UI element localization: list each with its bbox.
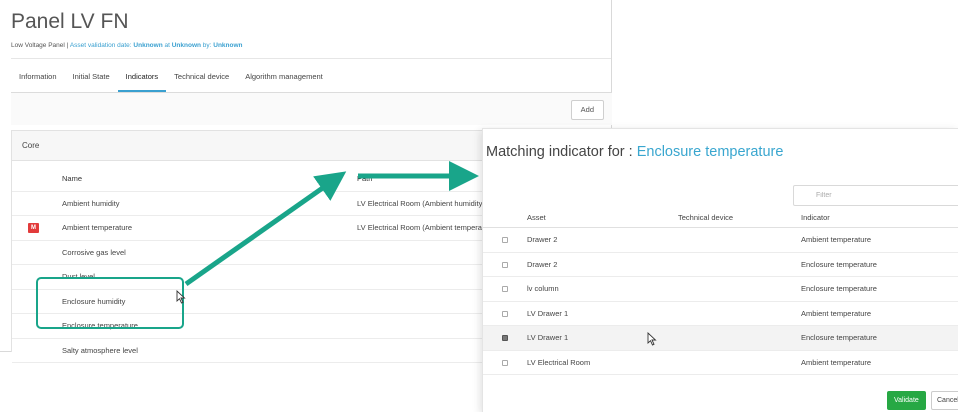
indicator-cell: Ambient temperature	[801, 357, 872, 367]
mouse-pointer-icon	[647, 332, 657, 346]
indicator-name: Salty atmosphere level	[62, 345, 138, 355]
dialog-title-prefix: Matching indicator for :	[486, 144, 637, 160]
asset-cell: LV Electrical Room	[527, 357, 591, 367]
indicator-cell: Enclosure temperature	[801, 284, 877, 293]
add-button[interactable]: Add	[570, 100, 604, 120]
cancel-button[interactable]: Cancel	[931, 391, 958, 410]
column-header-name: Name	[62, 174, 83, 183]
validation-time: Unknown	[171, 42, 201, 49]
page-title: Panel LV FN	[11, 10, 129, 33]
indicator-path: LV Electrical Room (Ambient humidity	[357, 198, 483, 208]
filter-input[interactable]	[793, 185, 958, 206]
tab-bar: Information Initial State Indicators Tec…	[11, 62, 331, 92]
table-row[interactable]: LV Drawer 1 Ambient temperature	[483, 302, 958, 326]
tab-indicators[interactable]: Indicators	[117, 62, 167, 92]
asset-cell: lv column	[527, 284, 559, 293]
asset-cell: Drawer 2	[527, 235, 558, 244]
dialog-title-target: Enclosure temperature	[636, 144, 784, 160]
indicator-path: LV Electrical Room (Ambient tempera	[357, 223, 482, 232]
row-checkbox[interactable]	[502, 359, 508, 366]
column-header-path: Path	[357, 174, 373, 183]
table-row[interactable]: lv column Enclosure temperature	[483, 277, 958, 302]
indicator-cell: Enclosure temperature	[801, 333, 877, 342]
column-header-indicator: Indicator	[801, 213, 830, 222]
table-row[interactable]: Drawer 2 Enclosure temperature	[483, 253, 958, 277]
table-header-row: Asset Technical device Indicator	[483, 207, 958, 228]
tab-algorithm-management[interactable]: Algorithm management	[237, 62, 331, 92]
row-checkbox[interactable]	[502, 310, 508, 317]
annotation-highlight-box	[36, 277, 184, 329]
dialog-title: Matching indicator for : Enclosure tempe…	[486, 144, 783, 160]
validation-prefix: Asset validation date:	[69, 42, 134, 49]
indicator-name: Ambient humidity	[62, 198, 120, 208]
indicator-cell: Enclosure temperature	[801, 259, 877, 269]
m-badge-icon: M	[28, 223, 39, 233]
matching-table: Asset Technical device Indicator Drawer …	[483, 207, 958, 375]
column-header-asset: Asset	[527, 213, 546, 222]
column-header-technical-device: Technical device	[678, 213, 734, 222]
validation-date: Unknown	[133, 42, 163, 49]
asset-cell: LV Drawer 1	[527, 308, 569, 318]
asset-cell: LV Drawer 1	[527, 333, 569, 342]
tab-initial-state[interactable]: Initial State	[65, 62, 118, 92]
indicator-name: Corrosive gas level	[62, 247, 126, 257]
tab-information[interactable]: Information	[11, 62, 65, 92]
row-checkbox[interactable]	[502, 286, 508, 292]
indicator-name: Ambient temperature	[62, 223, 133, 232]
asset-type: Low Voltage Panel	[11, 42, 65, 49]
table-row[interactable]: LV Drawer 1 Enclosure temperature	[483, 326, 958, 351]
asset-subtitle: Low Voltage Panel | Asset validation dat…	[11, 42, 243, 49]
table-row[interactable]: LV Electrical Room Ambient temperature	[483, 351, 958, 375]
mouse-pointer-icon	[176, 290, 186, 304]
indicator-cell: Ambient temperature	[801, 235, 872, 244]
table-row[interactable]: Drawer 2 Ambient temperature	[483, 228, 958, 253]
row-checkbox[interactable]	[502, 237, 508, 243]
matching-indicator-dialog: Matching indicator for : Enclosure tempe…	[482, 128, 958, 412]
row-checkbox[interactable]	[502, 335, 508, 341]
title-divider	[11, 58, 611, 59]
tab-technical-device[interactable]: Technical device	[166, 62, 237, 92]
validation-at: at	[162, 42, 172, 49]
asset-cell: Drawer 2	[527, 259, 558, 269]
validation-user: Unknown	[213, 42, 243, 49]
row-checkbox[interactable]	[502, 261, 508, 268]
indicator-cell: Ambient temperature	[801, 308, 872, 318]
validate-button[interactable]: Validate	[887, 391, 926, 410]
indicators-toolbar: Add	[11, 93, 612, 125]
validation-by: by:	[200, 42, 214, 49]
